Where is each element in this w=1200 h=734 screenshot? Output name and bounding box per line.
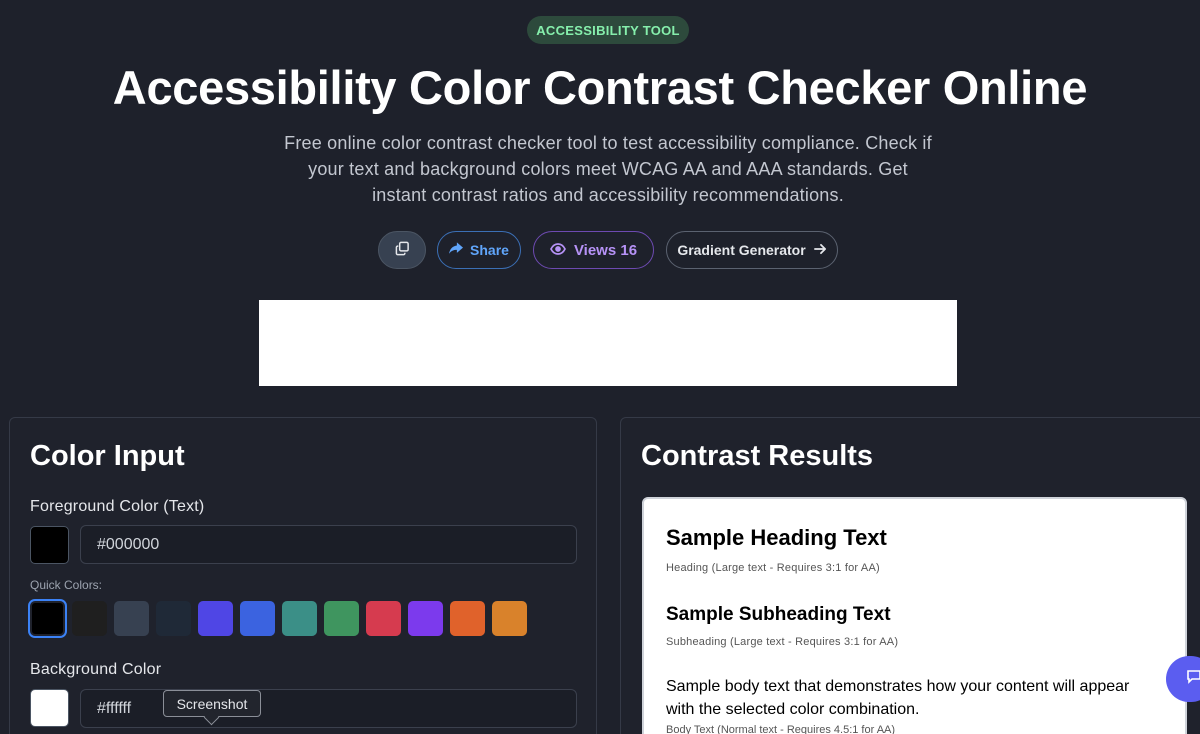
contrast-preview: Sample Heading Text Heading (Large text … — [642, 497, 1187, 734]
color-input-panel: Color Input Foreground Color (Text) Quic… — [9, 417, 597, 734]
quick-color-swatch[interactable] — [492, 601, 527, 636]
foreground-color-picker[interactable] — [30, 526, 69, 564]
quick-color-swatch[interactable] — [408, 601, 443, 636]
share-icon — [449, 242, 464, 258]
quick-color-swatch[interactable] — [114, 601, 149, 636]
share-label: Share — [470, 242, 509, 258]
eye-icon — [549, 242, 566, 259]
quick-colors-palette — [28, 599, 550, 638]
sample-body-text: Sample body text that demonstrates how y… — [666, 678, 1130, 718]
background-label: Background Color — [30, 661, 162, 678]
quick-color-swatch[interactable] — [282, 601, 317, 636]
sample-subheading: Sample Subheading Text — [666, 604, 891, 625]
quick-color-swatch[interactable] — [156, 601, 191, 636]
share-button[interactable]: Share — [437, 231, 521, 269]
tool-badge: ACCESSIBILITY TOOL — [527, 16, 689, 44]
views-label: Views 16 — [573, 241, 638, 259]
ad-placeholder — [259, 300, 957, 386]
background-hex-input[interactable] — [80, 689, 577, 728]
contrast-results-panel: Contrast Results Sample Heading Text Hea… — [620, 417, 1200, 734]
contrast-results-title: Contrast Results — [641, 440, 874, 472]
copy-button[interactable] — [378, 231, 426, 269]
copy-icon — [395, 241, 410, 259]
foreground-label: Foreground Color (Text) — [30, 498, 205, 515]
page: ACCESSIBILITY TOOL Accessibility Color C… — [0, 0, 1200, 734]
views-button[interactable]: Views 16 — [533, 231, 654, 269]
screenshot-tooltip: Screenshot — [163, 690, 261, 717]
sample-body-note: Body Text (Normal text - Requires 4.5:1 … — [666, 724, 896, 734]
action-bar: Share Views 16 Gradient Generator — [0, 231, 1200, 269]
color-input-title: Color Input — [30, 440, 185, 472]
quick-color-swatch[interactable] — [450, 601, 485, 636]
quick-color-swatch[interactable] — [366, 601, 401, 636]
background-color-picker[interactable] — [30, 689, 69, 727]
arrow-right-icon — [813, 242, 827, 258]
quick-color-swatch[interactable] — [240, 601, 275, 636]
quick-color-swatch[interactable] — [72, 601, 107, 636]
quick-color-swatch[interactable] — [324, 601, 359, 636]
chat-icon — [1186, 669, 1200, 689]
page-title: Accessibility Color Contrast Checker Onl… — [112, 61, 1088, 114]
sample-heading: Sample Heading Text — [666, 525, 887, 550]
sample-heading-note: Heading (Large text - Requires 3:1 for A… — [666, 562, 880, 574]
gradient-generator-label: Gradient Generator — [677, 242, 806, 258]
foreground-hex-input[interactable] — [80, 525, 577, 564]
page-subtitle: Free online color contrast checker tool … — [284, 133, 932, 205]
gradient-generator-button[interactable]: Gradient Generator — [666, 231, 838, 269]
quick-colors-label: Quick Colors: — [30, 578, 103, 592]
sample-subheading-note: Subheading (Large text - Requires 3:1 fo… — [666, 636, 899, 648]
quick-color-swatch[interactable] — [198, 601, 233, 636]
quick-color-swatch[interactable] — [28, 599, 67, 638]
